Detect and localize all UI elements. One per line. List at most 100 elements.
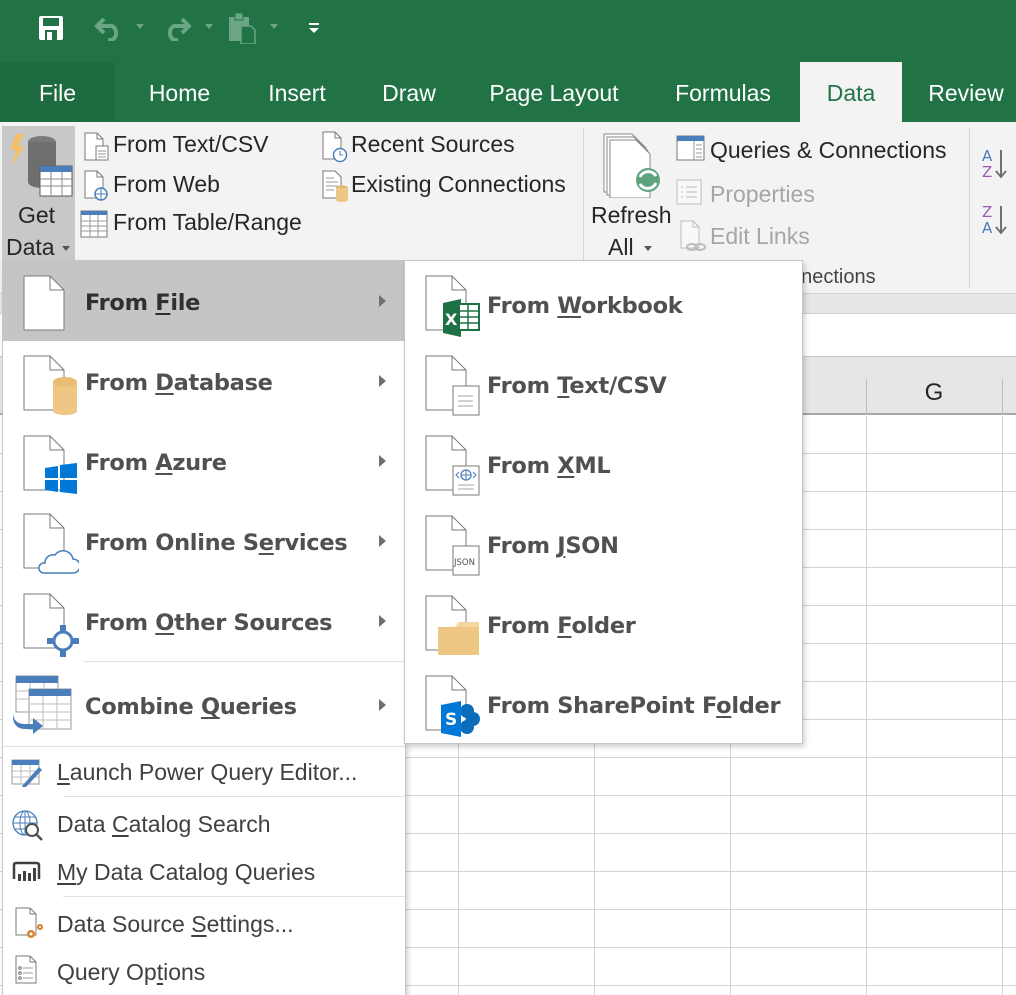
edit-links-button: Edit Links bbox=[676, 218, 876, 252]
submenu-item-from-workbook[interactable]: X From Workbook bbox=[405, 263, 802, 343]
existing-connections-label: Existing Connections bbox=[351, 171, 566, 197]
queries-connections-icon bbox=[676, 135, 705, 161]
menu-item-from-online-services[interactable]: From Online Services bbox=[3, 501, 405, 581]
menu-item-label: Launch Power Query Editor... bbox=[57, 759, 358, 785]
get-data-label-line2: Data bbox=[6, 234, 55, 260]
tab-formulas[interactable]: Formulas bbox=[658, 62, 788, 122]
query-options-icon bbox=[15, 955, 37, 984]
group-separator-2 bbox=[969, 128, 970, 288]
menu-item-label: From File bbox=[85, 290, 201, 316]
column-divider[interactable] bbox=[1002, 379, 1003, 415]
tab-draw[interactable]: Draw bbox=[366, 62, 452, 122]
menu-item-query-options[interactable]: Query Options bbox=[3, 949, 405, 995]
data-source-settings-icon bbox=[15, 907, 43, 938]
submenu-item-label: From JSON bbox=[487, 533, 619, 559]
menu-item-data-source-settings[interactable]: Data Source Settings... bbox=[3, 901, 405, 947]
customize-qat-button[interactable] bbox=[304, 10, 324, 46]
undo-dropdown-arrow[interactable] bbox=[136, 24, 144, 29]
svg-text:JSON: JSON bbox=[453, 558, 475, 568]
submenu-arrow-icon bbox=[379, 295, 386, 307]
menu-separator bbox=[63, 896, 405, 897]
submenu-item-label: From Workbook bbox=[487, 293, 683, 319]
menu-item-label: From Other Sources bbox=[85, 610, 333, 636]
properties-button: Properties bbox=[676, 176, 876, 210]
paste-icon bbox=[229, 12, 256, 44]
menu-item-label: Combine Queries bbox=[85, 694, 297, 720]
svg-text:X: X bbox=[445, 310, 458, 329]
menu-item-label: Data Source Settings... bbox=[57, 911, 294, 937]
from-file-submenu: X From Workbook From Text/CSV From XML J… bbox=[404, 260, 803, 744]
my-data-catalog-queries-icon bbox=[12, 861, 41, 881]
submenu-arrow-icon bbox=[379, 455, 386, 467]
paste-button[interactable] bbox=[224, 10, 260, 46]
existing-connections-button[interactable]: Existing Connections bbox=[318, 168, 578, 202]
tab-review[interactable]: Review bbox=[916, 62, 1016, 122]
get-data-icon bbox=[10, 134, 73, 197]
from-text-csv-button[interactable]: From Text/CSV bbox=[80, 128, 280, 162]
customize-qat-icon bbox=[309, 23, 319, 33]
menu-item-from-database[interactable]: From Database bbox=[3, 341, 405, 421]
recent-sources-button[interactable]: Recent Sources bbox=[318, 128, 528, 163]
tab-insert[interactable]: Insert bbox=[252, 62, 342, 122]
redo-icon bbox=[167, 17, 192, 41]
recent-sources-label: Recent Sources bbox=[351, 131, 515, 157]
xml-icon bbox=[425, 435, 480, 496]
menu-item-data-catalog-search[interactable]: Data Catalog Search bbox=[3, 801, 405, 847]
data-catalog-search-icon bbox=[12, 810, 43, 841]
from-web-button[interactable]: From Web bbox=[80, 168, 280, 202]
submenu-arrow-icon bbox=[379, 535, 386, 547]
refresh-all-icon bbox=[603, 133, 660, 198]
queries-connections-button[interactable]: Queries & Connections bbox=[676, 132, 966, 166]
redo-dropdown-arrow[interactable] bbox=[205, 24, 213, 29]
get-data-button[interactable]: Get Data bbox=[2, 126, 75, 260]
excel-window: File Home Insert Draw Page Layout Formul… bbox=[0, 0, 1016, 995]
refresh-all-button[interactable]: Refresh All bbox=[588, 126, 672, 262]
from-web-label: From Web bbox=[113, 171, 220, 197]
save-button[interactable] bbox=[34, 10, 68, 46]
get-data-dropdown-arrow bbox=[62, 246, 70, 251]
edit-links-label: Edit Links bbox=[710, 223, 810, 249]
file-icon bbox=[23, 275, 65, 331]
undo-icon bbox=[94, 17, 119, 41]
submenu-arrow-icon bbox=[379, 375, 386, 387]
azure-icon bbox=[23, 435, 77, 494]
menu-item-from-azure[interactable]: From Azure bbox=[3, 421, 405, 501]
submenu-item-from-text-csv[interactable]: From Text/CSV bbox=[405, 343, 802, 423]
tab-file[interactable]: File bbox=[0, 62, 115, 122]
submenu-item-label: From SharePoint Folder bbox=[487, 693, 781, 719]
queries-connections-label: Queries & Connections bbox=[710, 137, 947, 163]
redo-button[interactable] bbox=[160, 10, 194, 46]
menu-item-label: From Online Services bbox=[85, 530, 348, 556]
power-query-editor-icon bbox=[11, 759, 42, 787]
from-text-csv-label: From Text/CSV bbox=[113, 131, 269, 157]
tab-home[interactable]: Home bbox=[128, 62, 231, 122]
menu-item-label: From Database bbox=[85, 370, 273, 396]
menu-item-from-other-sources[interactable]: From Other Sources bbox=[3, 581, 405, 661]
submenu-item-from-json[interactable]: JSON From JSON bbox=[405, 503, 802, 583]
sort-z-a-button[interactable]: Z A bbox=[980, 202, 1010, 238]
submenu-item-label: From XML bbox=[487, 453, 611, 479]
menu-item-label: From Azure bbox=[85, 450, 227, 476]
sort-z-a-icon: Z A bbox=[982, 203, 1007, 237]
menu-item-label: Query Options bbox=[57, 959, 206, 985]
undo-button[interactable] bbox=[92, 10, 126, 46]
tab-data[interactable]: Data bbox=[800, 62, 902, 122]
submenu-item-from-folder[interactable]: From Folder bbox=[405, 583, 802, 663]
svg-text:Z: Z bbox=[982, 163, 992, 181]
refresh-all-label-line2: All bbox=[608, 234, 634, 260]
get-data-label-line1: Get bbox=[18, 202, 56, 228]
sort-a-z-button[interactable]: A Z bbox=[980, 146, 1010, 182]
paste-dropdown-arrow[interactable] bbox=[270, 24, 278, 29]
menu-item-my-data-catalog-queries[interactable]: My Data Catalog Queries bbox=[3, 849, 405, 895]
menu-item-combine-queries[interactable]: Combine Queries bbox=[3, 662, 405, 746]
properties-icon bbox=[676, 179, 702, 205]
submenu-item-from-xml[interactable]: From XML bbox=[405, 423, 802, 503]
json-icon: JSON bbox=[425, 515, 480, 576]
column-header-g[interactable]: G bbox=[866, 379, 1002, 407]
sort-a-z-icon: A Z bbox=[982, 147, 1007, 181]
tab-page-layout[interactable]: Page Layout bbox=[476, 62, 632, 122]
submenu-item-from-sharepoint-folder[interactable]: S From SharePoint Folder bbox=[405, 663, 802, 743]
from-table-range-button[interactable]: From Table/Range bbox=[78, 206, 310, 240]
menu-item-from-file[interactable]: From File bbox=[3, 261, 405, 341]
menu-item-launch-power-query-editor[interactable]: Launch Power Query Editor... bbox=[3, 749, 405, 795]
